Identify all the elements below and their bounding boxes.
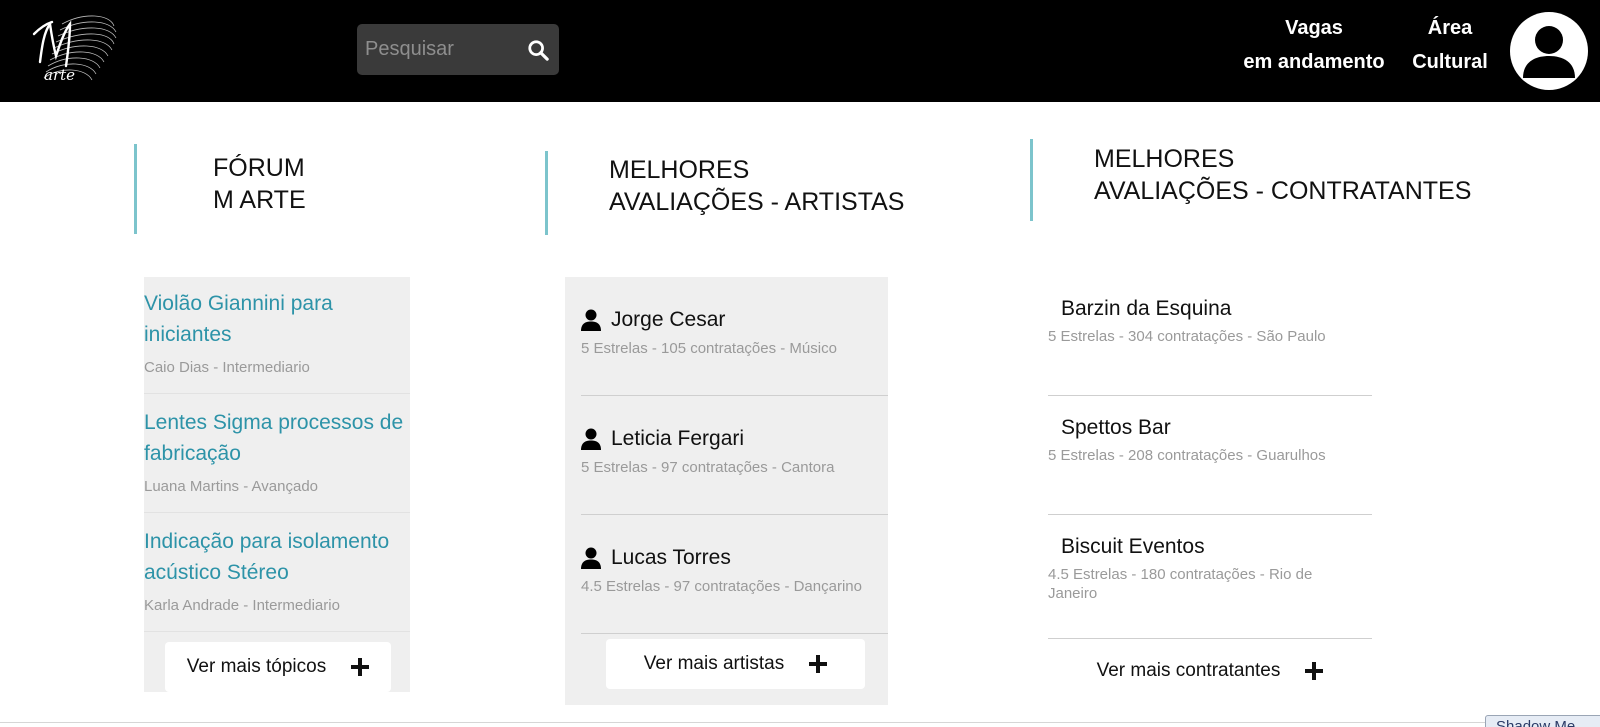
section-divider (134, 144, 137, 234)
artist-name-row: Jorge Cesar (581, 307, 725, 333)
hirers-title: MELHORES AVALIAÇÕES - CONTRATANTES (1094, 143, 1471, 207)
plus-icon (809, 655, 828, 673)
more-topics-button[interactable]: Ver mais tópicos (165, 642, 391, 692)
user-avatar[interactable] (1510, 12, 1588, 90)
hirer-name[interactable]: Biscuit Eventos (1061, 534, 1205, 560)
forum-title: FÓRUM M ARTE (213, 152, 306, 216)
artist-item[interactable]: Leticia Fergari 5 Estrelas - 97 contrata… (581, 396, 888, 515)
hirer-item[interactable]: Barzin da Esquina 5 Estrelas - 304 contr… (1048, 277, 1372, 396)
artists-panel: Jorge Cesar 5 Estrelas - 105 contrataçõe… (565, 277, 888, 705)
artist-name[interactable]: Leticia Fergari (611, 426, 744, 452)
svg-text:arte: arte (44, 66, 75, 84)
forum-topic-title[interactable]: Indicação para isolamento acústico Stére… (144, 526, 406, 588)
top-navigation-bar: arte Vagas em andamento Área Cultural (0, 0, 1600, 102)
artist-name[interactable]: Jorge Cesar (611, 307, 725, 333)
hirers-title-line1: MELHORES (1094, 145, 1235, 173)
forum-title-line2: M ARTE (213, 186, 306, 214)
artist-item[interactable]: Lucas Torres 4.5 Estrelas - 97 contrataç… (581, 515, 888, 634)
artist-item[interactable]: Jorge Cesar 5 Estrelas - 105 contrataçõe… (581, 277, 888, 396)
artist-meta: 5 Estrelas - 105 contratações - Músico (581, 340, 837, 357)
more-artists-button[interactable]: Ver mais artistas (606, 639, 865, 689)
search-icon (528, 39, 549, 61)
person-icon (581, 309, 601, 331)
hirer-item[interactable]: Biscuit Eventos 4.5 Estrelas - 180 contr… (1048, 515, 1372, 639)
search-input[interactable] (365, 24, 515, 75)
more-artists-label: Ver mais artistas (643, 653, 785, 674)
nav-area-line2: Cultural (1412, 51, 1488, 73)
forum-topic-title[interactable]: Violão Giannini para iniciantes (144, 288, 406, 350)
artists-title-line1: MELHORES (609, 156, 750, 184)
search-button[interactable] (517, 24, 559, 75)
artist-meta: 5 Estrelas - 97 contratações - Cantora (581, 459, 835, 476)
forum-section-header: FÓRUM M ARTE (134, 144, 394, 234)
forum-topic-meta: Karla Andrade - Intermediario (144, 597, 340, 614)
bottom-divider (0, 722, 1600, 723)
nav-vagas-em-andamento[interactable]: Vagas em andamento (1232, 11, 1396, 79)
m-arte-logo[interactable]: arte (14, 4, 120, 92)
forum-topic-meta: Caio Dias - Intermediario (144, 359, 310, 376)
plus-icon (351, 658, 370, 676)
more-hirers-button[interactable]: Ver mais contratantes (1068, 647, 1352, 695)
artist-meta: 4.5 Estrelas - 97 contratações - Dançari… (581, 578, 862, 595)
nav-vagas-line2: em andamento (1243, 51, 1385, 73)
artists-title-line2: AVALIAÇÕES - ARTISTAS (609, 188, 905, 216)
search-box (357, 24, 559, 75)
hirer-meta: 5 Estrelas - 208 contratações - Guarulho… (1048, 447, 1326, 464)
forum-topic-meta: Luana Martins - Avançado (144, 478, 319, 495)
section-divider (1030, 139, 1033, 221)
forum-topic[interactable]: Lentes Sigma processos de fabricação Lua… (144, 396, 410, 513)
hirer-name[interactable]: Spettos Bar (1061, 415, 1171, 441)
nav-area-cultural[interactable]: Área Cultural (1404, 11, 1496, 79)
forum-topic-title[interactable]: Lentes Sigma processos de fabricação (144, 407, 406, 469)
hirer-item[interactable]: Spettos Bar 5 Estrelas - 208 contrataçõe… (1048, 396, 1372, 515)
artist-name[interactable]: Lucas Torres (611, 545, 731, 571)
hirer-name[interactable]: Barzin da Esquina (1061, 296, 1231, 322)
forum-topics-panel: Violão Giannini para iniciantes Caio Dia… (144, 277, 410, 692)
more-hirers-label: Ver mais contratantes (1096, 660, 1281, 681)
avatar-icon (1523, 26, 1575, 78)
nav-vagas-line1: Vagas (1285, 17, 1343, 39)
forum-topic[interactable]: Indicação para isolamento acústico Stére… (144, 515, 410, 632)
artist-name-row: Lucas Torres (581, 545, 731, 571)
nav-area-line1: Área (1427, 17, 1473, 39)
forum-title-line1: FÓRUM (213, 154, 305, 182)
shadow-me-tab[interactable]: Shadow Me (1485, 715, 1600, 727)
forum-topic[interactable]: Violão Giannini para iniciantes Caio Dia… (144, 277, 410, 394)
person-icon (581, 428, 601, 450)
section-divider (545, 151, 548, 235)
hirers-section-header: MELHORES AVALIAÇÕES - CONTRATANTES (1030, 139, 1510, 221)
hirer-meta: 4.5 Estrelas - 180 contratações - Rio de… (1048, 566, 1313, 602)
person-icon (581, 547, 601, 569)
artists-section-header: MELHORES AVALIAÇÕES - ARTISTAS (545, 151, 945, 235)
artists-title: MELHORES AVALIAÇÕES - ARTISTAS (609, 154, 904, 218)
more-topics-label: Ver mais tópicos (186, 656, 327, 677)
plus-icon (1305, 662, 1324, 680)
artist-name-row: Leticia Fergari (581, 426, 744, 452)
hirers-title-line2: AVALIAÇÕES - CONTRATANTES (1094, 177, 1472, 205)
hirer-meta: 5 Estrelas - 304 contratações - São Paul… (1048, 328, 1326, 345)
